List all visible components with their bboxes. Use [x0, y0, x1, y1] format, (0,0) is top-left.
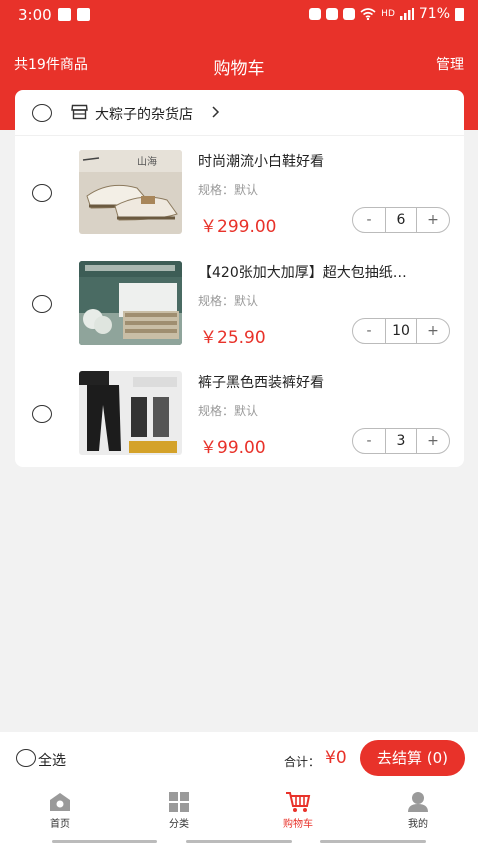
- product-name[interactable]: 裤子黑色西装裤好看: [198, 372, 454, 392]
- tab-label: 分类: [169, 819, 189, 830]
- cart-item: 【420张加大加厚】超大包抽纸… 规格：默认 ￥25.90 - 10 +: [15, 261, 464, 371]
- total-value: ¥0: [325, 748, 347, 768]
- increase-button[interactable]: +: [417, 319, 449, 343]
- tab-bar: 首页 分类 购物车 我的: [0, 787, 478, 837]
- decrease-button[interactable]: -: [353, 208, 385, 232]
- notification-icons: [58, 8, 90, 21]
- gesture-bar-right: [320, 840, 426, 843]
- tab-label: 我的: [408, 819, 428, 830]
- quantity-value[interactable]: 6: [385, 208, 417, 232]
- cart-item: 裤子黑色西装裤好看 规格：默认 ￥99.00 - 3 +: [15, 371, 464, 481]
- record-icon: [309, 8, 322, 20]
- svg-text:山海: 山海: [137, 155, 157, 168]
- tab-home[interactable]: 首页: [30, 787, 90, 830]
- status-time: 3:00: [18, 6, 52, 24]
- total-label: 合计：: [284, 755, 321, 769]
- store-icon: [71, 104, 88, 120]
- product-spec: 规格：默认: [198, 183, 259, 197]
- item-select-radio[interactable]: [32, 184, 52, 202]
- mute-icon: [343, 8, 356, 20]
- checkout-button[interactable]: 去结算 (0): [360, 740, 465, 776]
- mail-notification-icon: [58, 8, 71, 21]
- category-icon: [169, 792, 189, 812]
- increase-button[interactable]: +: [417, 429, 449, 453]
- signal-icon: [399, 8, 414, 20]
- tab-profile[interactable]: 我的: [388, 787, 448, 830]
- tab-category[interactable]: 分类: [149, 787, 209, 830]
- item-select-radio[interactable]: [32, 295, 52, 313]
- decrease-button[interactable]: -: [353, 429, 385, 453]
- battery-icon: [455, 7, 464, 21]
- cart-item: 山海 时尚潮流小白鞋好看 规格：默认 ￥299.00 - 6 +: [15, 150, 464, 260]
- page-title: 购物车: [213, 59, 265, 79]
- product-price: ￥99.00: [200, 438, 266, 458]
- quantity-stepper: - 6 +: [352, 207, 450, 233]
- product-image[interactable]: 山海: [79, 150, 182, 234]
- quantity-value[interactable]: 10: [385, 319, 417, 343]
- tab-label: 首页: [50, 819, 70, 830]
- image-notification-icon: [77, 8, 90, 21]
- network-label: HD: [381, 9, 395, 19]
- status-right: HD 71%: [309, 6, 464, 22]
- product-price: ￥299.00: [200, 217, 277, 237]
- bottom-bar: 全选 合计： ¥0 去结算 (0) 首页 分类 购物车 我的: [0, 732, 478, 850]
- product-spec: 规格：默认: [198, 294, 259, 308]
- profile-icon: [408, 792, 428, 812]
- product-price: ￥25.90: [200, 328, 266, 348]
- quantity-stepper: - 10 +: [352, 318, 450, 344]
- alarm-icon: [326, 8, 339, 20]
- product-spec: 规格：默认: [198, 404, 259, 418]
- chevron-right-icon: [212, 106, 220, 118]
- quantity-value[interactable]: 3: [385, 429, 417, 453]
- tab-cart[interactable]: 购物车: [268, 787, 328, 830]
- quantity-stepper: - 3 +: [352, 428, 450, 454]
- home-icon: [50, 793, 70, 811]
- product-image[interactable]: [79, 261, 182, 345]
- shop-header[interactable]: 大粽子的杂货店: [15, 90, 464, 136]
- cart-icon: [286, 792, 311, 812]
- select-all-label[interactable]: 全选: [38, 750, 66, 770]
- manage-button[interactable]: 管理: [436, 54, 464, 74]
- gesture-bar-left: [52, 840, 157, 843]
- product-image[interactable]: [79, 371, 182, 455]
- status-bar: 3:00 HD 71%: [0, 0, 478, 32]
- item-select-radio[interactable]: [32, 405, 52, 423]
- product-name[interactable]: 【420张加大加厚】超大包抽纸…: [198, 262, 454, 282]
- tab-label: 购物车: [283, 819, 313, 830]
- checkout-row: 全选 合计： ¥0 去结算 (0): [0, 732, 478, 784]
- select-all-radio[interactable]: [16, 749, 36, 767]
- shop-name: 大粽子的杂货店: [95, 107, 193, 123]
- wifi-icon: [360, 8, 376, 20]
- product-name[interactable]: 时尚潮流小白鞋好看: [198, 151, 454, 171]
- shop-cart-card: 大粽子的杂货店 山海 时尚潮流小白鞋好看 规格：默认 ￥299.00 - 6 +: [15, 90, 464, 467]
- battery-percent: 71%: [418, 6, 450, 22]
- decrease-button[interactable]: -: [353, 319, 385, 343]
- shop-select-radio[interactable]: [32, 104, 52, 122]
- increase-button[interactable]: +: [417, 208, 449, 232]
- gesture-bar-center: [186, 840, 292, 843]
